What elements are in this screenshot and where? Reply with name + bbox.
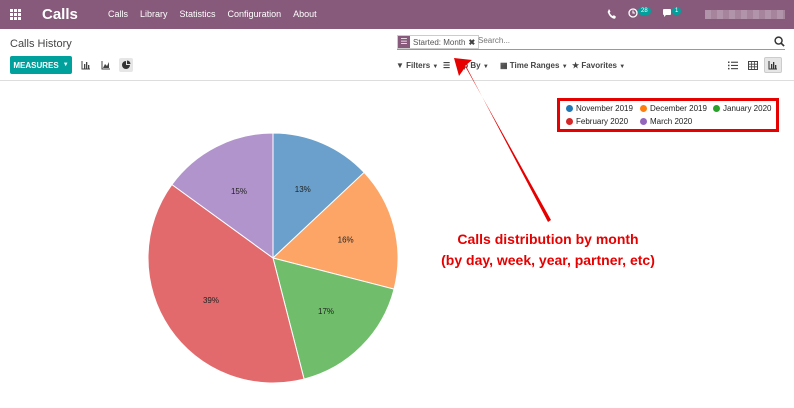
pie-slice-label: 13%: [295, 185, 311, 194]
legend-item[interactable]: February 2020: [566, 117, 628, 126]
legend-dot: [566, 105, 573, 112]
legend-dot: [640, 105, 647, 112]
annotation-line-1: Calls distribution by month: [457, 231, 639, 247]
pie-slice-label: 16%: [338, 235, 354, 244]
legend-item[interactable]: November 2019: [566, 104, 633, 113]
annotation-line-2: (by day, week, year, partner, etc): [441, 252, 655, 268]
pie-chart: 13% 16% 17% 39% 15%: [147, 58, 551, 384]
legend-dot: [640, 118, 647, 125]
legend-label: November 2019: [576, 104, 633, 113]
legend-label: January 2020: [723, 104, 772, 113]
legend-label: February 2020: [576, 117, 629, 126]
annotation-text: Calls distribution by month (by day, wee…: [418, 229, 678, 271]
legend-item[interactable]: December 2019: [640, 104, 707, 113]
pie-slice-label: 39%: [203, 296, 219, 305]
legend-item[interactable]: January 2020: [713, 104, 771, 113]
legend-dot: [566, 118, 573, 125]
pie-slice-label: 17%: [318, 307, 334, 316]
legend-label: December 2019: [650, 104, 707, 113]
legend-item[interactable]: March 2020: [640, 117, 692, 126]
legend-dot: [713, 105, 720, 112]
chart-legend: November 2019 December 2019 January 2020…: [557, 98, 779, 132]
pie-slice-label: 15%: [231, 187, 247, 196]
annotation-arrow: [454, 58, 551, 222]
legend-label: March 2020: [650, 117, 693, 126]
